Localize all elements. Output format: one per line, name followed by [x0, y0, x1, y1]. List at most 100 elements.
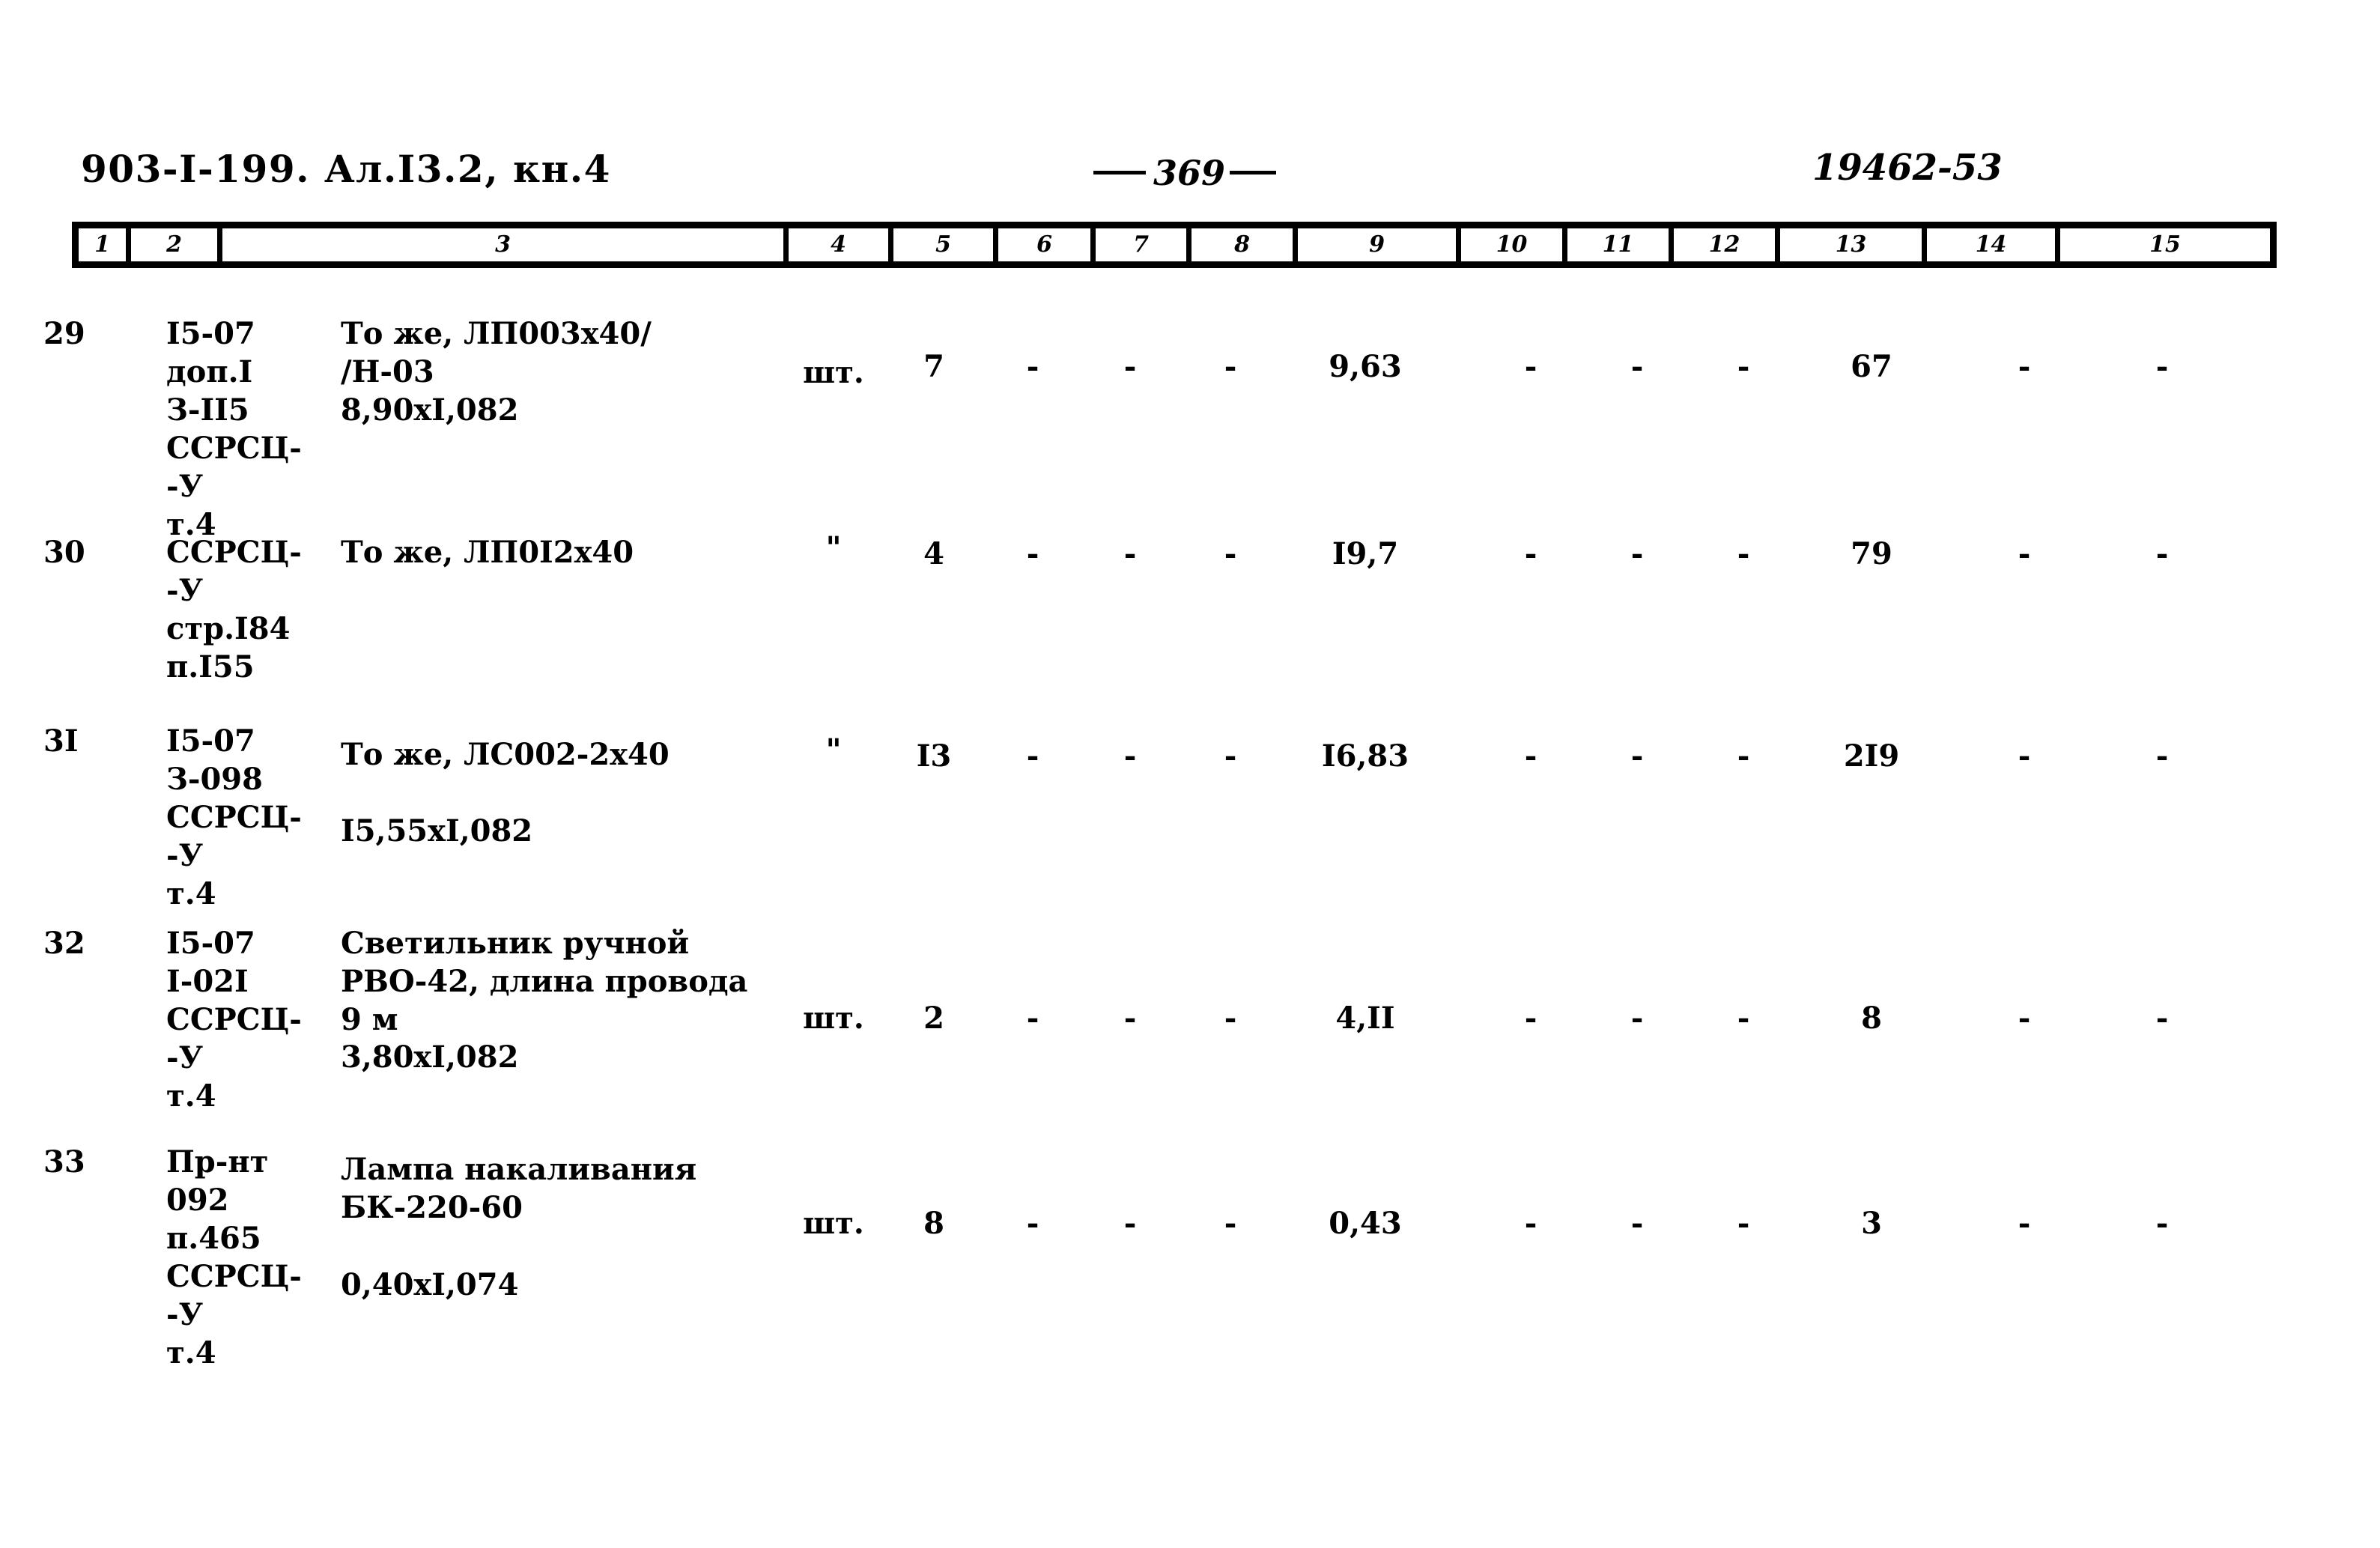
row-col10: -	[1524, 1001, 1537, 1036]
table-body: 29 I5-07 доп.I З-II5 ССРСЦ- -У т.4 То же…	[0, 294, 2380, 1390]
row-col14: -	[2018, 1206, 2031, 1241]
row-col12: -	[1737, 349, 1750, 384]
row-unit: шт.	[803, 355, 864, 390]
row-col6: -	[1026, 349, 1039, 384]
row-description: То же, ЛП0I2х40	[341, 535, 634, 570]
row-number: 30	[43, 535, 85, 570]
row-col7: -	[1123, 349, 1137, 384]
row-col6: -	[1026, 536, 1039, 571]
column-number-header-row: 1 2 3 4 5 6 7 8 9 10 11 12 13 14 15	[72, 222, 2277, 268]
row-col10: -	[1524, 738, 1537, 774]
column-header-8: 8	[1191, 228, 1298, 261]
row-description: Светильник ручной РВО-42, длина провода …	[341, 926, 748, 1037]
row-col14: -	[2018, 1001, 2031, 1036]
row-col8: -	[1224, 1206, 1237, 1241]
row-col9: 0,43	[1329, 1206, 1402, 1241]
row-qty: 7	[923, 349, 944, 384]
page-number: 369	[1153, 153, 1226, 193]
row-description-2: 3,80хI,082	[341, 1039, 519, 1075]
column-header-12: 12	[1674, 228, 1780, 261]
row-description-2: 0,40хI,074	[341, 1267, 519, 1302]
row-col7: -	[1123, 1001, 1137, 1036]
row-unit: "	[825, 732, 842, 768]
row-qty: 4	[923, 536, 944, 571]
row-col15: -	[2155, 1206, 2169, 1241]
row-col8: -	[1224, 1001, 1237, 1036]
row-col15: -	[2155, 738, 2169, 774]
row-col13: 3	[1861, 1206, 1882, 1241]
row-description-2: I5,55хI,082	[341, 813, 533, 849]
page-number-block: 369	[1093, 153, 1277, 193]
row-col15: -	[2155, 349, 2169, 384]
row-col13: 67	[1851, 349, 1892, 384]
column-header-6: 6	[998, 228, 1096, 261]
row-col11: -	[1630, 1001, 1644, 1036]
column-header-2: 2	[131, 228, 222, 261]
row-col9: I9,7	[1332, 536, 1399, 571]
row-description: То же, ЛП003х40/ /Н-03	[341, 316, 652, 389]
row-col14: -	[2018, 738, 2031, 774]
row-qty: I3	[916, 738, 952, 774]
row-number: 33	[43, 1144, 85, 1180]
row-col12: -	[1737, 738, 1750, 774]
column-header-13: 13	[1780, 228, 1927, 261]
column-header-4: 4	[789, 228, 893, 261]
table-row: 29 I5-07 доп.I З-II5 ССРСЦ- -У т.4 То же…	[0, 294, 2380, 542]
row-col6: -	[1026, 1001, 1039, 1036]
row-unit: шт.	[803, 1001, 864, 1036]
row-number: 32	[43, 926, 85, 961]
table-row: 30 ССРСЦ- -У стр.I84 п.I55 То же, ЛП0I2х…	[0, 530, 2380, 722]
column-header-1: 1	[79, 228, 131, 261]
row-col12: -	[1737, 1206, 1750, 1241]
row-col6: -	[1026, 738, 1039, 774]
row-col9: 9,63	[1329, 349, 1402, 384]
column-header-9: 9	[1298, 228, 1461, 261]
row-unit: шт.	[803, 1206, 864, 1241]
row-unit: "	[825, 530, 842, 565]
document-reference: 903-I-199. Ал.I3.2, кн.4	[81, 147, 611, 191]
row-col10: -	[1524, 1206, 1537, 1241]
row-col7: -	[1123, 738, 1137, 774]
row-col9: I6,83	[1321, 738, 1409, 774]
table-row: 3I I5-07 З-098 ССРСЦ- -У т.4 То же, ЛС00…	[0, 722, 2380, 924]
row-col8: -	[1224, 738, 1237, 774]
row-col12: -	[1737, 1001, 1750, 1036]
row-col7: -	[1123, 536, 1137, 571]
row-col7: -	[1123, 1206, 1137, 1241]
row-col11: -	[1630, 349, 1644, 384]
row-col10: -	[1524, 536, 1537, 571]
row-col15: -	[2155, 536, 2169, 571]
table-row: 33 Пр-нт 092 п.465 ССРСЦ- -У т.4 Лампа н…	[0, 1143, 2380, 1390]
row-col14: -	[2018, 536, 2031, 571]
row-qty: 8	[923, 1206, 944, 1241]
column-header-7: 7	[1096, 228, 1191, 261]
row-col11: -	[1630, 738, 1644, 774]
row-col9: 4,II	[1335, 1001, 1395, 1036]
row-col6: -	[1026, 1206, 1039, 1241]
row-code: I5-07 З-098 ССРСЦ- -У т.4	[166, 723, 302, 911]
row-col11: -	[1630, 536, 1644, 571]
row-code: Пр-нт 092 п.465 ССРСЦ- -У т.4	[166, 1144, 302, 1371]
row-qty: 2	[923, 1001, 944, 1036]
row-col12: -	[1737, 536, 1750, 571]
column-header-15: 15	[2149, 231, 2181, 258]
scanned-document-page: 903-I-199. Ал.I3.2, кн.4 369 19462-53 1 …	[0, 0, 2380, 1548]
page-header: 903-I-199. Ал.I3.2, кн.4 369 19462-53	[0, 147, 2380, 199]
row-col14: -	[2018, 349, 2031, 384]
row-description-2: 8,90хI,082	[341, 392, 519, 428]
row-col8: -	[1224, 349, 1237, 384]
row-col8: -	[1224, 536, 1237, 571]
row-description: То же, ЛС002-2х40	[341, 737, 670, 772]
row-code: ССРСЦ- -У стр.I84 п.I55	[166, 535, 302, 685]
row-code: I5-07 доп.I З-II5 ССРСЦ- -У т.4	[166, 316, 302, 542]
row-col10: -	[1524, 349, 1537, 384]
table-row: 32 I5-07 I-02I ССРСЦ- -У т.4 Светильник …	[0, 924, 2380, 1143]
document-code: 19462-53	[1812, 147, 2003, 189]
page-number-dash-right	[1230, 171, 1277, 174]
row-description: Лампа накаливания БК-220-60	[341, 1152, 697, 1225]
column-header-14: 14	[1927, 228, 2060, 261]
row-number: 3I	[43, 723, 79, 759]
column-header-10: 10	[1461, 228, 1567, 261]
row-col13: 8	[1861, 1001, 1882, 1036]
row-col13: 79	[1851, 536, 1892, 571]
